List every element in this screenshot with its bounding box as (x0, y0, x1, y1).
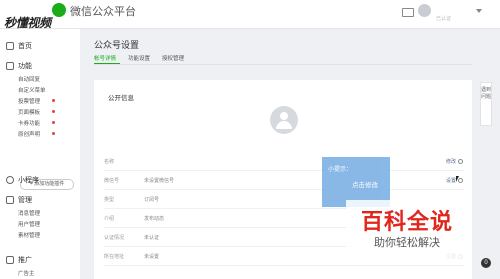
manage-icon (6, 196, 14, 205)
info-row-label: 认证情况 (104, 235, 125, 241)
avatar[interactable] (418, 4, 431, 17)
sidebar-subitem[interactable]: 自动回复 (18, 75, 40, 83)
sidebar-subitem[interactable]: 用户管理 (18, 220, 40, 228)
new-dot-badge (52, 110, 55, 113)
info-row-action-link[interactable]: 设置 (446, 177, 464, 184)
miniprogram-icon (6, 176, 14, 185)
sidebar-subitem[interactable]: 广告主 (18, 269, 35, 277)
info-row-action-link[interactable]: 修改 (446, 158, 464, 165)
sidebar-item-home[interactable]: 首页 (6, 41, 32, 51)
sidebar-subitem[interactable]: 消息管理 (18, 209, 40, 217)
top-bar: 微信公众平台 秒懂视频 已认证 (0, 0, 500, 30)
app-title: 微信公众平台 (70, 6, 136, 18)
baike-watermark: 百科全说 助你轻松解决 (346, 200, 468, 260)
info-row-value: 未认证 (144, 235, 160, 241)
mouse-cursor-icon (456, 176, 459, 182)
info-row-value: 发布动态 (144, 216, 165, 222)
tab-authorization[interactable]: 授权管理 (162, 54, 184, 62)
sidebar-item-miniprogram[interactable]: 小程序 (6, 175, 39, 185)
sidebar-subitem[interactable]: 素材管理 (18, 231, 40, 239)
home-icon (6, 42, 14, 51)
row-divider (104, 265, 464, 266)
page-title: 公众号设置 (94, 40, 140, 50)
wechat-logo-icon (52, 3, 66, 17)
new-dot-badge (52, 121, 55, 124)
new-dot-badge (52, 99, 55, 102)
sidebar-subitem[interactable]: 原创声明 (18, 130, 40, 138)
sidebar-subitem[interactable]: 投票管理 (18, 97, 40, 105)
tab-account-details[interactable]: 帐号详情 (94, 54, 116, 62)
sidebar-subitem[interactable]: 卡券功能 (18, 119, 40, 127)
info-row-label: 类型 (104, 197, 115, 203)
sidebar-group-manage: 管理 (6, 195, 32, 205)
row-divider (104, 170, 464, 171)
user-status: 已认证 (436, 16, 452, 22)
tip-title: 小提示： (328, 167, 353, 173)
watermark-title: 百科全说 (360, 209, 453, 234)
info-row-value: 订阅号 (144, 197, 160, 203)
watermark-subtitle: 助你轻松解决 (374, 237, 440, 249)
new-dot-badge (52, 132, 55, 135)
sidebar-subitem[interactable]: 页面模板 (18, 108, 40, 116)
info-row-value: 未设置微信号 (144, 178, 175, 184)
notification-badge[interactable]: 0 (481, 258, 491, 268)
sidebar-group-promote: 推广 (6, 255, 32, 265)
sidebar: 首页 功能 自动回复 自定义菜单 投票管理 页面模板 卡券功能 原创声明 + 添加功能插件… (0, 29, 80, 279)
info-row-label: 名称 (104, 159, 115, 165)
tip-text: 点击修改 (352, 182, 378, 189)
info-row-value: 未设置 (144, 254, 160, 260)
chevron-down-icon[interactable] (476, 9, 482, 13)
info-row-label: 微信号 (104, 178, 120, 184)
tab-function-settings[interactable]: 功能设置 (128, 54, 150, 62)
row-divider (104, 189, 464, 190)
function-icon (6, 62, 14, 71)
sidebar-subitem[interactable]: 自定义菜单 (18, 86, 46, 94)
feedback-button[interactable]: 遇到问题 (480, 82, 492, 126)
sidebar-group-function: 功能 (6, 61, 32, 71)
tab-divider (94, 64, 472, 65)
info-row-label: 介绍 (104, 216, 115, 222)
mail-icon[interactable] (402, 8, 414, 17)
help-icon[interactable] (458, 159, 464, 165)
card-title: 公开信息 (108, 95, 134, 102)
account-avatar[interactable] (270, 106, 298, 134)
info-row-label: 所在地址 (104, 254, 125, 260)
promote-icon (6, 256, 14, 265)
